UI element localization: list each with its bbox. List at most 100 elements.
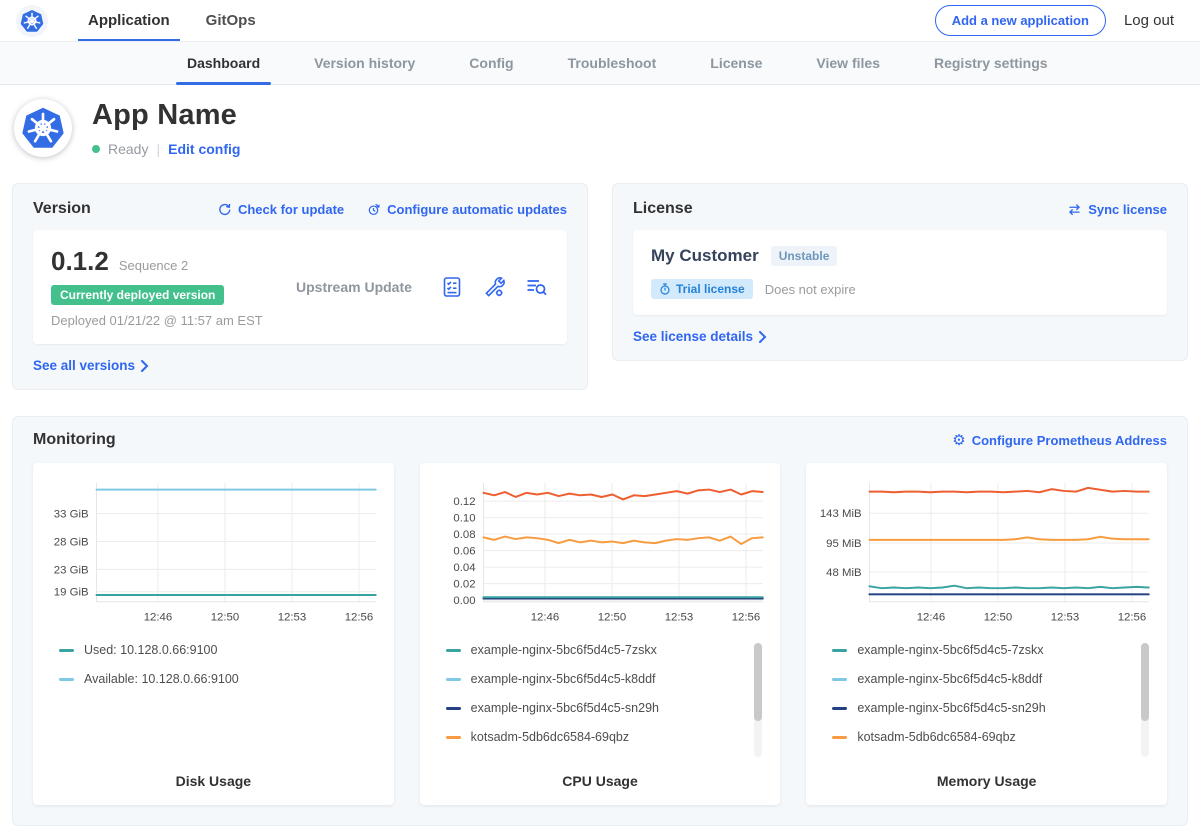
- license-expiry-text: Does not expire: [765, 282, 856, 297]
- license-card-title: License: [633, 200, 693, 218]
- memory-usage-legend: example-nginx-5bc6f5d4c5-7zskx example-ng…: [832, 643, 1155, 765]
- svg-text:143 MiB: 143 MiB: [820, 508, 862, 520]
- configure-automatic-updates-link[interactable]: Configure automatic updates: [366, 202, 567, 217]
- svg-text:0.08: 0.08: [453, 529, 475, 541]
- legend-color-dash: [446, 707, 461, 710]
- top-nav-tabs: Application GitOps: [70, 0, 274, 41]
- disk-usage-legend: Used: 10.128.0.66:9100Available: 10.128.…: [59, 643, 382, 765]
- configure-prometheus-link[interactable]: ⚙ Configure Prometheus Address: [952, 433, 1167, 448]
- legend-label: kotsadm-5db6dc6584-69qbz: [857, 730, 1015, 744]
- legend-item: example-nginx-5bc6f5d4c5-sn29h: [446, 701, 743, 715]
- status-text: Ready: [108, 141, 148, 157]
- deploy-logs-button[interactable]: [523, 274, 549, 300]
- svg-text:0.10: 0.10: [453, 513, 475, 525]
- tab-gitops[interactable]: GitOps: [188, 0, 274, 41]
- legend-label: Used: 10.128.0.66:9100: [84, 643, 217, 657]
- svg-text:28 GiB: 28 GiB: [54, 536, 89, 548]
- tab-license[interactable]: License: [683, 42, 789, 84]
- cpu-usage-card: 12:4612:5012:5312:560.120.100.080.060.04…: [420, 463, 781, 805]
- refresh-icon: [217, 202, 232, 217]
- preflight-checks-button[interactable]: [439, 274, 465, 300]
- legend-color-dash: [832, 649, 847, 652]
- svg-text:12:56: 12:56: [731, 612, 759, 624]
- version-number: 0.1.2: [51, 246, 109, 277]
- tab-view-files[interactable]: View files: [789, 42, 907, 84]
- channel-badge: Unstable: [771, 246, 838, 266]
- cpu-usage-legend: example-nginx-5bc6f5d4c5-7zskx example-ng…: [446, 643, 769, 765]
- memory-usage-chart: 12:4612:5012:5312:56143 MiB95 MiB48 MiB: [818, 475, 1155, 631]
- svg-text:12:46: 12:46: [144, 612, 172, 624]
- legend-color-dash: [832, 678, 847, 681]
- sync-license-link[interactable]: Sync license: [1067, 202, 1167, 217]
- legend-label: example-nginx-5bc6f5d4c5-sn29h: [857, 701, 1045, 715]
- cpu-usage-chart: 12:4612:5012:5312:560.120.100.080.060.04…: [432, 475, 769, 631]
- monitoring-title: Monitoring: [33, 431, 116, 449]
- chart-title: CPU Usage: [432, 773, 769, 789]
- app-status: Ready | Edit config: [92, 141, 240, 157]
- svg-text:12:50: 12:50: [211, 612, 239, 624]
- view-config-button[interactable]: [481, 274, 507, 300]
- svg-text:12:46: 12:46: [917, 612, 945, 624]
- version-card: Version Check for update: [12, 183, 588, 390]
- app-logo: [14, 99, 72, 157]
- top-nav-bar: Application GitOps Add a new application…: [0, 0, 1200, 42]
- svg-text:12:53: 12:53: [664, 612, 692, 624]
- tab-version-history[interactable]: Version history: [287, 42, 442, 84]
- chevron-right-icon: [758, 331, 767, 343]
- tab-dashboard[interactable]: Dashboard: [160, 42, 287, 84]
- legend-scrollbar-thumb[interactable]: [1141, 643, 1149, 721]
- legend-color-dash: [59, 678, 74, 681]
- edit-config-link[interactable]: Edit config: [168, 141, 240, 157]
- app-sub-nav: Dashboard Version history Config Trouble…: [0, 42, 1200, 85]
- tab-troubleshoot[interactable]: Troubleshoot: [541, 42, 684, 84]
- customer-name: My Customer: [651, 246, 759, 266]
- legend-label: example-nginx-5bc6f5d4c5-k8ddf: [857, 672, 1042, 686]
- kubernetes-helm-icon: [20, 9, 44, 33]
- stopwatch-icon: [659, 283, 671, 295]
- see-all-versions-link[interactable]: See all versions: [33, 358, 149, 373]
- checklist-icon: [440, 275, 464, 299]
- legend-scrollbar[interactable]: [1141, 643, 1149, 757]
- tab-config[interactable]: Config: [442, 42, 540, 84]
- disk-usage-card: 12:4612:5012:5312:5633 GiB28 GiB23 GiB19…: [33, 463, 394, 805]
- tab-application[interactable]: Application: [70, 0, 188, 41]
- disk-usage-chart: 12:4612:5012:5312:5633 GiB28 GiB23 GiB19…: [45, 475, 382, 631]
- legend-label: example-nginx-5bc6f5d4c5-7zskx: [471, 643, 657, 657]
- legend-label: example-nginx-5bc6f5d4c5-7zskx: [857, 643, 1043, 657]
- deployed-badge: Currently deployed version: [51, 285, 224, 305]
- svg-text:12:53: 12:53: [1051, 612, 1079, 624]
- svg-text:0.04: 0.04: [453, 562, 475, 574]
- svg-text:0.00: 0.00: [453, 595, 475, 607]
- tab-registry-settings[interactable]: Registry settings: [907, 42, 1075, 84]
- license-card: License Sync license My Customer Unstabl…: [612, 183, 1188, 361]
- kubernetes-helm-icon: [21, 106, 65, 150]
- version-source-label: Upstream Update: [296, 279, 439, 295]
- svg-text:95 MiB: 95 MiB: [827, 538, 862, 550]
- svg-text:0.06: 0.06: [453, 546, 475, 558]
- legend-label: kotsadm-5db6dc6584-69qbz: [471, 730, 629, 744]
- legend-color-dash: [832, 707, 847, 710]
- legend-color-dash: [832, 736, 847, 739]
- svg-text:48 MiB: 48 MiB: [827, 567, 862, 579]
- svg-text:23 GiB: 23 GiB: [54, 564, 89, 576]
- legend-label: example-nginx-5bc6f5d4c5-sn29h: [471, 701, 659, 715]
- swap-arrows-icon: [1067, 203, 1082, 216]
- add-application-button[interactable]: Add a new application: [935, 5, 1106, 36]
- legend-color-dash: [446, 678, 461, 681]
- wrench-gear-icon: [482, 275, 506, 299]
- legend-color-dash: [446, 736, 461, 739]
- logout-button[interactable]: Log out: [1124, 12, 1174, 29]
- see-license-details-link[interactable]: See license details: [633, 329, 767, 344]
- svg-text:0.12: 0.12: [453, 496, 475, 508]
- monitoring-section: Monitoring ⚙ Configure Prometheus Addres…: [12, 416, 1188, 826]
- legend-color-dash: [446, 649, 461, 652]
- legend-scrollbar[interactable]: [754, 643, 762, 757]
- check-for-update-link[interactable]: Check for update: [217, 202, 344, 217]
- chart-title: Memory Usage: [818, 773, 1155, 789]
- legend-item: example-nginx-5bc6f5d4c5-7zskx: [832, 643, 1129, 657]
- top-nav-right: Add a new application Log out: [935, 5, 1174, 36]
- chevron-right-icon: [140, 360, 149, 372]
- legend-scrollbar-thumb[interactable]: [754, 643, 762, 721]
- license-details-box: My Customer Unstable Trial license Does …: [633, 230, 1167, 315]
- sequence-label: Sequence 2: [119, 258, 188, 273]
